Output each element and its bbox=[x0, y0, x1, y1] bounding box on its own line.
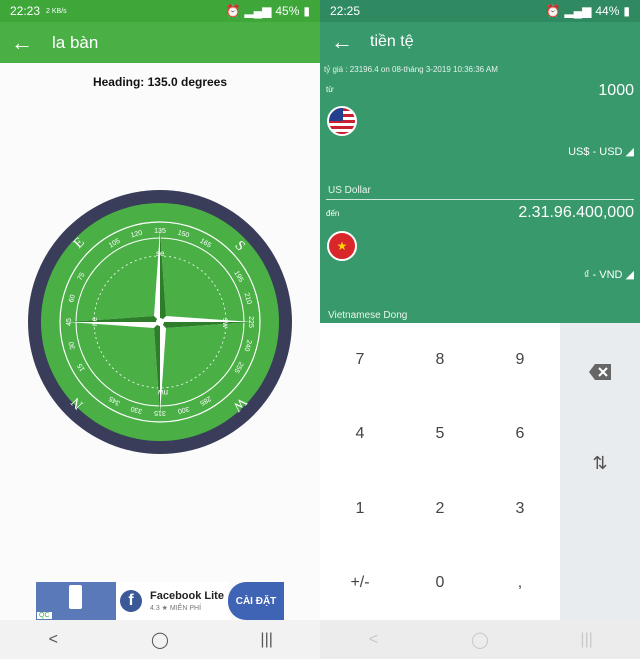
key-7[interactable]: 7 bbox=[320, 323, 400, 397]
from-label: từ bbox=[326, 85, 334, 94]
to-currency-select[interactable]: ₫ - VND ◢ bbox=[584, 268, 634, 281]
numeric-keypad: 7 8 9 4 5 6 1 2 3 +/- 0 , bbox=[320, 323, 560, 620]
from-amount-input[interactable]: 1000 bbox=[598, 82, 634, 100]
to-label: đến bbox=[326, 209, 340, 218]
back-arrow-icon[interactable]: ← bbox=[0, 31, 44, 54]
status-bar: 22:23 2 KB/s ⏰ ▂▄▆ 45% ▮ bbox=[0, 0, 320, 22]
ad-qc-label: QC bbox=[37, 612, 52, 619]
ad-body: f Facebook Lite 4.3 ★ MIỄN PHÍ bbox=[116, 582, 228, 620]
status-speed: 2 KB/s bbox=[46, 7, 67, 15]
app-bar: ← la bàn bbox=[0, 22, 320, 63]
backspace-icon[interactable] bbox=[588, 363, 612, 381]
nav-back-icon[interactable]: < bbox=[353, 631, 393, 649]
inner-label-se: se bbox=[156, 249, 165, 258]
key-4[interactable]: 4 bbox=[320, 397, 400, 471]
key-comma[interactable]: , bbox=[480, 546, 560, 620]
battery-level: 44% bbox=[595, 4, 620, 18]
key-8[interactable]: 8 bbox=[400, 323, 480, 397]
key-6[interactable]: 6 bbox=[480, 397, 560, 471]
swap-currency-icon[interactable]: ⇅ bbox=[560, 453, 640, 474]
ad-thumbnail: QC bbox=[36, 582, 116, 620]
back-arrow-icon[interactable]: ← bbox=[320, 31, 364, 53]
signal-icon: ▂▄▆ bbox=[244, 4, 272, 18]
battery-icon: ▮ bbox=[303, 4, 310, 18]
nav-home-icon[interactable]: ◯ bbox=[460, 630, 500, 650]
alarm-icon: ⏰ bbox=[225, 4, 241, 18]
key-0[interactable]: 0 bbox=[400, 546, 480, 620]
install-button[interactable]: CÀI ĐẶT bbox=[228, 582, 284, 620]
degree-label: 315 bbox=[154, 409, 166, 416]
compass-screen: 22:23 2 KB/s ⏰ ▂▄▆ 45% ▮ ← la bàn Headin… bbox=[0, 0, 320, 659]
navigation-bar: < ◯ ||| bbox=[320, 620, 640, 659]
keypad-side-panel: ⇅ bbox=[560, 323, 640, 620]
heading-readout: Heading: 135.0 degrees bbox=[92, 75, 228, 89]
us-flag-icon bbox=[327, 106, 357, 136]
compass-center bbox=[156, 318, 164, 326]
vietnam-flag-icon: ★ bbox=[327, 231, 357, 261]
status-time: 22:23 bbox=[10, 4, 41, 18]
page-title: la bàn bbox=[52, 32, 99, 52]
alarm-icon: ⏰ bbox=[545, 4, 561, 18]
ad-banner[interactable]: QC f Facebook Lite 4.3 ★ MIỄN PHÍ CÀI ĐẶ… bbox=[36, 582, 284, 620]
ad-rating: 4.3 ★ MIỄN PHÍ bbox=[150, 605, 202, 612]
key-5[interactable]: 5 bbox=[400, 397, 480, 471]
to-amount-value: 2.31.96.400,000 bbox=[518, 204, 634, 221]
degree-label: 45 bbox=[66, 318, 73, 326]
inner-label-ne: ne bbox=[90, 317, 99, 326]
nav-home-icon[interactable]: ◯ bbox=[140, 630, 180, 650]
navigation-bar: < ◯ ||| bbox=[0, 620, 320, 659]
nav-recent-icon[interactable]: ||| bbox=[247, 631, 287, 649]
facebook-icon: f bbox=[120, 590, 142, 612]
key-3[interactable]: 3 bbox=[480, 472, 560, 546]
battery-level: 45% bbox=[275, 4, 300, 18]
inner-label-sw: sw bbox=[221, 318, 230, 328]
key-plus-minus[interactable]: +/- bbox=[320, 546, 400, 620]
currency-screen: 22:25 ⏰ ▂▄▆ 44% ▮ ← tiền tệ tỷ giá : 231… bbox=[320, 0, 640, 659]
divider bbox=[326, 199, 634, 200]
compass-dial: E S N W se nw ne sw 105120 135 15016519521… bbox=[28, 190, 292, 454]
from-currency-name: US Dollar bbox=[328, 185, 371, 196]
phone-icon bbox=[69, 585, 82, 609]
to-currency-name: Vietnamese Dong bbox=[328, 310, 408, 321]
nav-recent-icon[interactable]: ||| bbox=[567, 631, 607, 649]
battery-icon: ▮ bbox=[623, 4, 630, 18]
key-1[interactable]: 1 bbox=[320, 472, 400, 546]
exchange-rate-text: tỷ giá : 23196.4 on 08-tháng 3-2019 10:3… bbox=[324, 65, 498, 74]
nav-back-icon[interactable]: < bbox=[33, 631, 73, 649]
key-9[interactable]: 9 bbox=[480, 323, 560, 397]
app-bar: ← tiền tệ bbox=[320, 22, 640, 62]
degree-label: 225 bbox=[247, 316, 254, 328]
from-currency-select[interactable]: US$ - USD ◢ bbox=[568, 145, 634, 158]
inner-label-nw: nw bbox=[158, 388, 168, 397]
ad-app-name: Facebook Lite bbox=[150, 590, 224, 602]
signal-icon: ▂▄▆ bbox=[564, 4, 592, 18]
status-time: 22:25 bbox=[330, 4, 361, 18]
status-bar: 22:25 ⏰ ▂▄▆ 44% ▮ bbox=[320, 0, 640, 22]
degree-label: 135 bbox=[154, 228, 166, 235]
key-2[interactable]: 2 bbox=[400, 472, 480, 546]
page-title: tiền tệ bbox=[370, 33, 414, 50]
converter-panel: ← tiền tệ tỷ giá : 23196.4 on 08-tháng 3… bbox=[320, 22, 640, 323]
